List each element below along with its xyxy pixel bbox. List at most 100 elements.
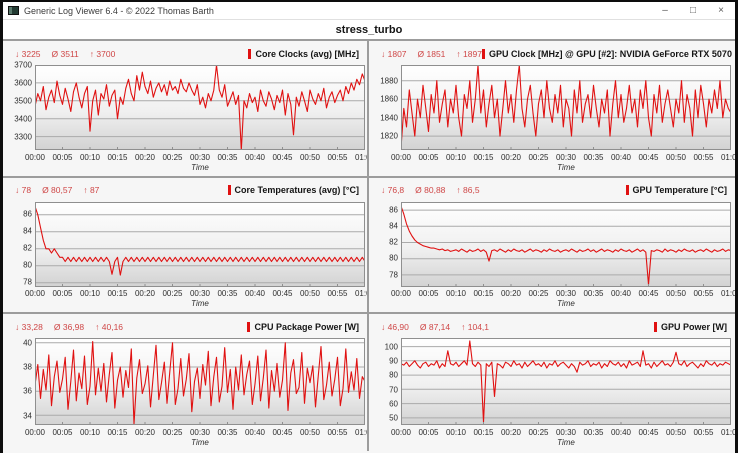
x-tick-label: 00:50 (666, 428, 686, 437)
x-tick-label: 00:20 (135, 289, 155, 298)
plot-area[interactable] (35, 202, 365, 287)
y-tick-label: 84 (389, 221, 398, 230)
y-tick-label: 90 (389, 357, 398, 366)
x-tick-label: 00:15 (107, 289, 127, 298)
x-tick-label: 00:25 (528, 153, 548, 162)
x-tick-label: 00:55 (693, 289, 713, 298)
maximize-icon[interactable]: □ (679, 2, 707, 19)
chart-header: ↓ 76,8 Ø 80,88 ↑ 86,5 GPU Temperature [°… (373, 181, 729, 199)
x-tick-label: 00:25 (162, 428, 182, 437)
chart-header: ↓ 46,90 Ø 87,14 ↑ 104,1 GPU Power [W] (373, 317, 729, 335)
x-tick-label: 00:55 (693, 153, 713, 162)
y-tick-label: 1820 (380, 132, 398, 141)
x-axis-label: Time (401, 299, 731, 310)
app-window: Generic Log Viewer 6.4 - © 2022 Thomas B… (0, 0, 738, 453)
plot-wrap: 34363840 (7, 338, 361, 427)
x-tick-label: 00:45 (272, 289, 292, 298)
x-tick-label: 00:40 (611, 289, 631, 298)
close-icon[interactable]: × (707, 2, 735, 19)
chart-panel-core-clocks: ↓ 3225 Ø 3511 ↑ 3700 Core Clocks (avg) [… (3, 41, 369, 178)
chart-plot[interactable] (401, 202, 731, 287)
y-tick-label: 38 (23, 363, 32, 372)
chart-title: Core Temperatures (avg) [°C] (228, 185, 359, 195)
plot-wrap: 1820184018601880 (373, 65, 729, 152)
y-tick-label: 1860 (380, 95, 398, 104)
stat-min: ↓ 1807 (381, 49, 407, 59)
x-tick-label: 00:10 (80, 428, 100, 437)
x-tick-label: 00:45 (638, 289, 658, 298)
log-title-strip: stress_turbo (3, 20, 735, 41)
chart-plot[interactable] (35, 65, 365, 150)
stat-max: ↑ 3700 (90, 49, 116, 59)
chart-title: GPU Temperature [°C] (626, 185, 727, 195)
plot-area[interactable] (35, 65, 365, 150)
plot-area[interactable] (401, 65, 731, 150)
y-tick-label: 60 (389, 399, 398, 408)
x-tick-label: 01:00 (721, 289, 735, 298)
chart-plot[interactable] (401, 65, 731, 150)
x-axis: 00:0000:0500:1000:1500:2000:2500:3000:35… (35, 427, 365, 438)
app-icon (8, 6, 19, 15)
y-tick-label: 34 (23, 411, 32, 420)
chart-header: ↓ 3225 Ø 3511 ↑ 3700 Core Clocks (avg) [… (7, 44, 361, 62)
chart-plot[interactable] (401, 338, 731, 425)
chart-title: GPU Clock [MHz] @ GPU [#2]: NVIDIA GeFor… (482, 49, 735, 59)
minimize-icon[interactable]: – (651, 2, 679, 19)
x-tick-label: 00:00 (391, 428, 411, 437)
plot-area[interactable] (401, 338, 731, 425)
x-axis-label: Time (35, 299, 365, 310)
y-tick-label: 84 (23, 227, 32, 236)
x-tick-label: 00:05 (52, 428, 72, 437)
x-tick-label: 00:30 (556, 428, 576, 437)
stat-max: ↑ 86,5 (456, 185, 479, 195)
plot-area[interactable] (401, 202, 731, 287)
x-tick-label: 00:10 (80, 289, 100, 298)
x-tick-label: 00:00 (391, 153, 411, 162)
plot-wrap: 5060708090100 (373, 338, 729, 427)
x-tick-label: 00:30 (556, 153, 576, 162)
chart-stats: ↓ 76,8 Ø 80,88 ↑ 86,5 (381, 185, 480, 195)
series-color-marker (654, 322, 657, 332)
x-axis-label: Time (35, 438, 365, 449)
stat-min: ↓ 33,28 (15, 322, 43, 332)
chart-stats: ↓ 46,90 Ø 87,14 ↑ 104,1 (381, 322, 489, 332)
y-tick-label: 3600 (14, 78, 32, 87)
stat-max: ↑ 1897 (456, 49, 482, 59)
y-tick-label: 80 (23, 261, 32, 270)
x-tick-label: 00:30 (556, 289, 576, 298)
x-tick-label: 00:00 (25, 289, 45, 298)
x-tick-label: 00:50 (666, 153, 686, 162)
x-tick-label: 01:00 (721, 428, 735, 437)
stat-avg: Ø 1851 (418, 49, 446, 59)
chart-stats: ↓ 1807 Ø 1851 ↑ 1897 (381, 49, 482, 59)
x-tick-label: 00:40 (245, 289, 265, 298)
x-tick-label: 00:05 (52, 289, 72, 298)
x-tick-label: 00:20 (501, 153, 521, 162)
y-axis: 7880828486 (7, 202, 35, 289)
charts-grid: ↓ 3225 Ø 3511 ↑ 3700 Core Clocks (avg) [… (3, 41, 735, 451)
x-tick-label: 00:35 (583, 428, 603, 437)
x-tick-label: 00:40 (245, 428, 265, 437)
x-tick-label: 00:35 (217, 289, 237, 298)
x-axis: 00:0000:0500:1000:1500:2000:2500:3000:35… (401, 288, 731, 299)
chart-panel-gpu-power: ↓ 46,90 Ø 87,14 ↑ 104,1 GPU Power [W] 50… (369, 314, 735, 451)
x-tick-label: 00:05 (418, 428, 438, 437)
x-tick-label: 00:15 (107, 428, 127, 437)
y-tick-label: 1840 (380, 113, 398, 122)
series-color-marker (482, 49, 485, 59)
x-tick-label: 00:25 (162, 153, 182, 162)
x-tick-label: 00:05 (52, 153, 72, 162)
y-tick-label: 70 (389, 385, 398, 394)
x-axis: 00:0000:0500:1000:1500:2000:2500:3000:35… (401, 152, 731, 163)
x-axis-label: Time (401, 163, 731, 174)
y-tick-label: 78 (23, 278, 32, 287)
x-tick-label: 00:50 (300, 153, 320, 162)
chart-header: ↓ 1807 Ø 1851 ↑ 1897 GPU Clock [MHz] @ G… (373, 44, 729, 62)
x-tick-label: 00:20 (135, 428, 155, 437)
y-tick-label: 100 (385, 342, 398, 351)
plot-area[interactable] (35, 338, 365, 425)
chart-header: ↓ 78 Ø 80,57 ↑ 87 Core Temperatures (avg… (7, 181, 361, 199)
chart-plot[interactable] (35, 338, 365, 425)
chart-plot[interactable] (35, 202, 365, 287)
x-tick-label: 00:00 (391, 289, 411, 298)
